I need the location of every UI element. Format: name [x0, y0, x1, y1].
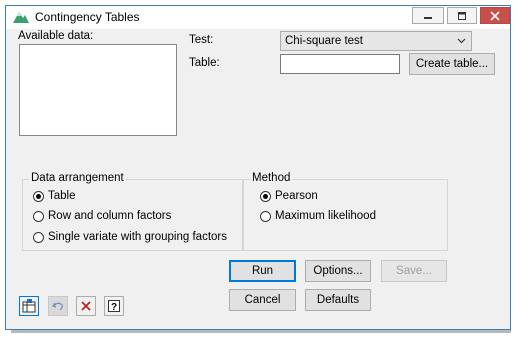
- radio-table[interactable]: Table: [33, 190, 76, 202]
- options-button[interactable]: Options...: [305, 260, 371, 282]
- save-button[interactable]: Save...: [381, 260, 447, 282]
- help-button[interactable]: ?: [104, 296, 124, 316]
- maximize-icon: [458, 11, 466, 20]
- radio-single-variate-label: Single variate with grouping factors: [48, 231, 227, 243]
- radio-row-column-factors[interactable]: Row and column factors: [33, 210, 171, 222]
- close-button[interactable]: [480, 7, 510, 24]
- radio-maximum-likelihood[interactable]: Maximum likelihood: [260, 210, 376, 222]
- spreadsheet-button[interactable]: [19, 296, 39, 316]
- available-data-list[interactable]: [19, 44, 177, 136]
- radio-indicator: [260, 210, 271, 222]
- svg-text:?: ?: [111, 302, 117, 313]
- chevron-down-icon: [457, 38, 466, 44]
- spreadsheet-icon: [22, 299, 36, 313]
- radio-pearson[interactable]: Pearson: [260, 190, 318, 202]
- clear-button[interactable]: [76, 296, 96, 316]
- minimize-icon: [424, 16, 432, 19]
- test-label: Test:: [189, 34, 214, 46]
- radio-pearson-label: Pearson: [275, 190, 318, 202]
- table-label: Table:: [189, 57, 220, 69]
- radio-row-column-factors-label: Row and column factors: [48, 210, 172, 222]
- create-table-button[interactable]: Create table...: [409, 53, 495, 75]
- radio-single-variate[interactable]: Single variate with grouping factors: [33, 231, 227, 243]
- run-button[interactable]: Run: [229, 260, 296, 282]
- available-data-label: Available data:: [18, 30, 94, 42]
- window-title: Contingency Tables: [35, 10, 140, 24]
- test-select-value: Chi-square test: [285, 35, 363, 47]
- cancel-button[interactable]: Cancel: [229, 289, 296, 311]
- clear-icon: [81, 301, 91, 311]
- table-input[interactable]: [280, 54, 400, 74]
- radio-indicator: [33, 210, 44, 222]
- radio-table-label: Table: [48, 190, 76, 202]
- dialog-window: Contingency Tables Available data: Test:…: [5, 5, 511, 330]
- undo-icon: [52, 302, 63, 311]
- method-title: Method: [250, 172, 293, 184]
- title-bar[interactable]: Contingency Tables: [6, 6, 510, 29]
- help-icon: ?: [108, 300, 120, 313]
- data-arrangement-title: Data arrangement: [29, 172, 126, 184]
- radio-selected-indicator: [33, 190, 44, 202]
- radio-indicator: [33, 231, 44, 243]
- undo-button[interactable]: [48, 296, 68, 316]
- defaults-button[interactable]: Defaults: [305, 289, 371, 311]
- test-select[interactable]: Chi-square test: [280, 31, 472, 51]
- close-icon: [490, 10, 500, 21]
- radio-selected-indicator: [260, 190, 271, 202]
- maximize-button[interactable]: [447, 7, 477, 24]
- app-icon: [13, 12, 29, 23]
- radio-maximum-likelihood-label: Maximum likelihood: [275, 210, 376, 222]
- minimize-button[interactable]: [412, 7, 444, 24]
